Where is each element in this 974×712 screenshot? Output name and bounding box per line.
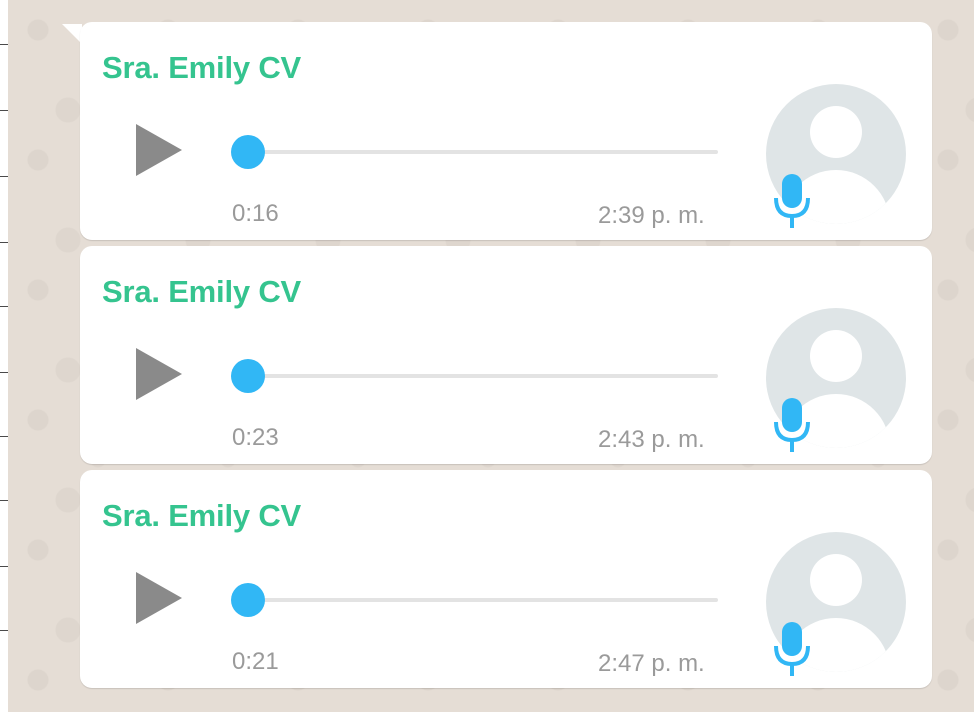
message-timestamp: 2:43 p. m.: [598, 426, 705, 453]
audio-progress-knob[interactable]: [231, 135, 265, 169]
microphone-icon: [774, 174, 810, 228]
audio-progress-track[interactable]: [246, 374, 718, 378]
audio-progress-knob[interactable]: [231, 359, 265, 393]
voice-message-bubble: Sra. Emily CV 0:23 2:43 p. m.: [80, 246, 932, 464]
audio-duration: 0:21: [232, 648, 279, 675]
play-icon[interactable]: [136, 348, 182, 400]
voice-message-bubble: Sra. Emily CV 0:16 2:39 p. m.: [80, 22, 932, 240]
audio-progress-track[interactable]: [246, 598, 718, 602]
audio-duration: 0:16: [232, 200, 279, 227]
play-icon[interactable]: [136, 124, 182, 176]
sender-name: Sra. Emily CV: [102, 274, 301, 309]
message-timestamp: 2:39 p. m.: [598, 202, 705, 229]
audio-duration: 0:23: [232, 424, 279, 451]
left-panel-edge: [0, 0, 10, 712]
voice-message-bubble: Sra. Emily CV 0:21 2:47 p. m.: [80, 470, 932, 688]
microphone-icon: [774, 622, 810, 676]
sender-name: Sra. Emily CV: [102, 50, 301, 85]
play-icon[interactable]: [136, 572, 182, 624]
audio-progress-track[interactable]: [246, 150, 718, 154]
bubble-tail: [62, 24, 82, 44]
sender-name: Sra. Emily CV: [102, 498, 301, 533]
message-timestamp: 2:47 p. m.: [598, 650, 705, 677]
audio-progress-knob[interactable]: [231, 583, 265, 617]
microphone-icon: [774, 398, 810, 452]
